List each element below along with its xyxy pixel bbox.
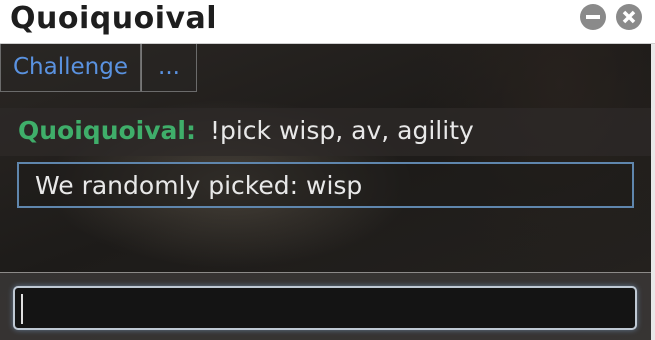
window-edge xyxy=(651,44,655,340)
text-caret xyxy=(21,294,23,324)
input-area xyxy=(0,272,655,340)
chat-message: Quoiquoival: !pick wisp, av, agility xyxy=(18,116,474,145)
message-text: !pick wisp, av, agility xyxy=(209,116,474,145)
notice-text: We randomly picked: wisp xyxy=(35,171,363,200)
chat-input[interactable] xyxy=(13,286,637,330)
title-bar: Quoiquoival xyxy=(0,0,655,44)
x-circle-icon xyxy=(622,10,636,24)
system-notice: We randomly picked: wisp xyxy=(17,162,634,208)
window-title: Quoiquoival xyxy=(10,1,218,36)
tab-challenge[interactable]: Challenge xyxy=(0,44,141,92)
message-username[interactable]: Quoiquoival: xyxy=(18,116,196,145)
tab-more[interactable]: ... xyxy=(141,44,197,92)
minimize-button[interactable] xyxy=(580,4,606,30)
tab-bar: Challenge ... xyxy=(0,44,197,92)
close-button[interactable] xyxy=(616,4,642,30)
minus-circle-icon xyxy=(586,15,600,19)
